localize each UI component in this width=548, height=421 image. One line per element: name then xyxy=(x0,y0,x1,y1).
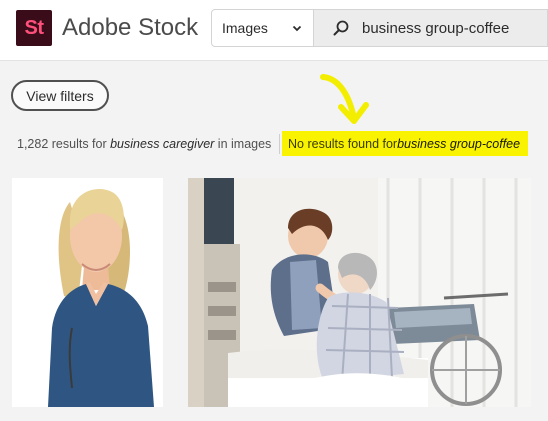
no-results-message: No results found for business group-coff… xyxy=(282,131,528,156)
view-filters-button[interactable]: View filters xyxy=(11,80,109,111)
asset-type-select[interactable]: Images xyxy=(211,9,314,47)
brand-name[interactable]: Adobe Stock xyxy=(62,14,198,42)
caregiver-illustration xyxy=(188,178,531,407)
original-query-link[interactable]: business group-coffee xyxy=(397,137,520,151)
results-scope: in images xyxy=(214,137,272,151)
divider xyxy=(279,134,280,154)
substituted-query-link[interactable]: business caregiver xyxy=(110,137,214,151)
results-count: 1,282 results for xyxy=(17,137,111,151)
result-image-nurse[interactable] xyxy=(12,178,163,407)
no-results-label: No results found for xyxy=(288,136,398,151)
nurse-illustration xyxy=(12,178,163,407)
logo-mark: St xyxy=(24,16,45,39)
asset-type-value: Images xyxy=(222,20,268,36)
adobe-stock-logo-icon[interactable]: St xyxy=(16,10,52,46)
search-query: business group-coffee xyxy=(362,19,510,37)
search-icon[interactable] xyxy=(332,19,350,37)
search-input[interactable]: business group-coffee xyxy=(314,9,548,47)
results-summary: 1,282 results for business caregiver in … xyxy=(17,137,271,151)
result-image-caregiver[interactable] xyxy=(188,178,531,407)
arrow-annotation-icon xyxy=(320,74,369,124)
top-bar: St Adobe Stock Images business group-cof… xyxy=(0,0,548,61)
chevron-down-icon xyxy=(292,25,302,32)
